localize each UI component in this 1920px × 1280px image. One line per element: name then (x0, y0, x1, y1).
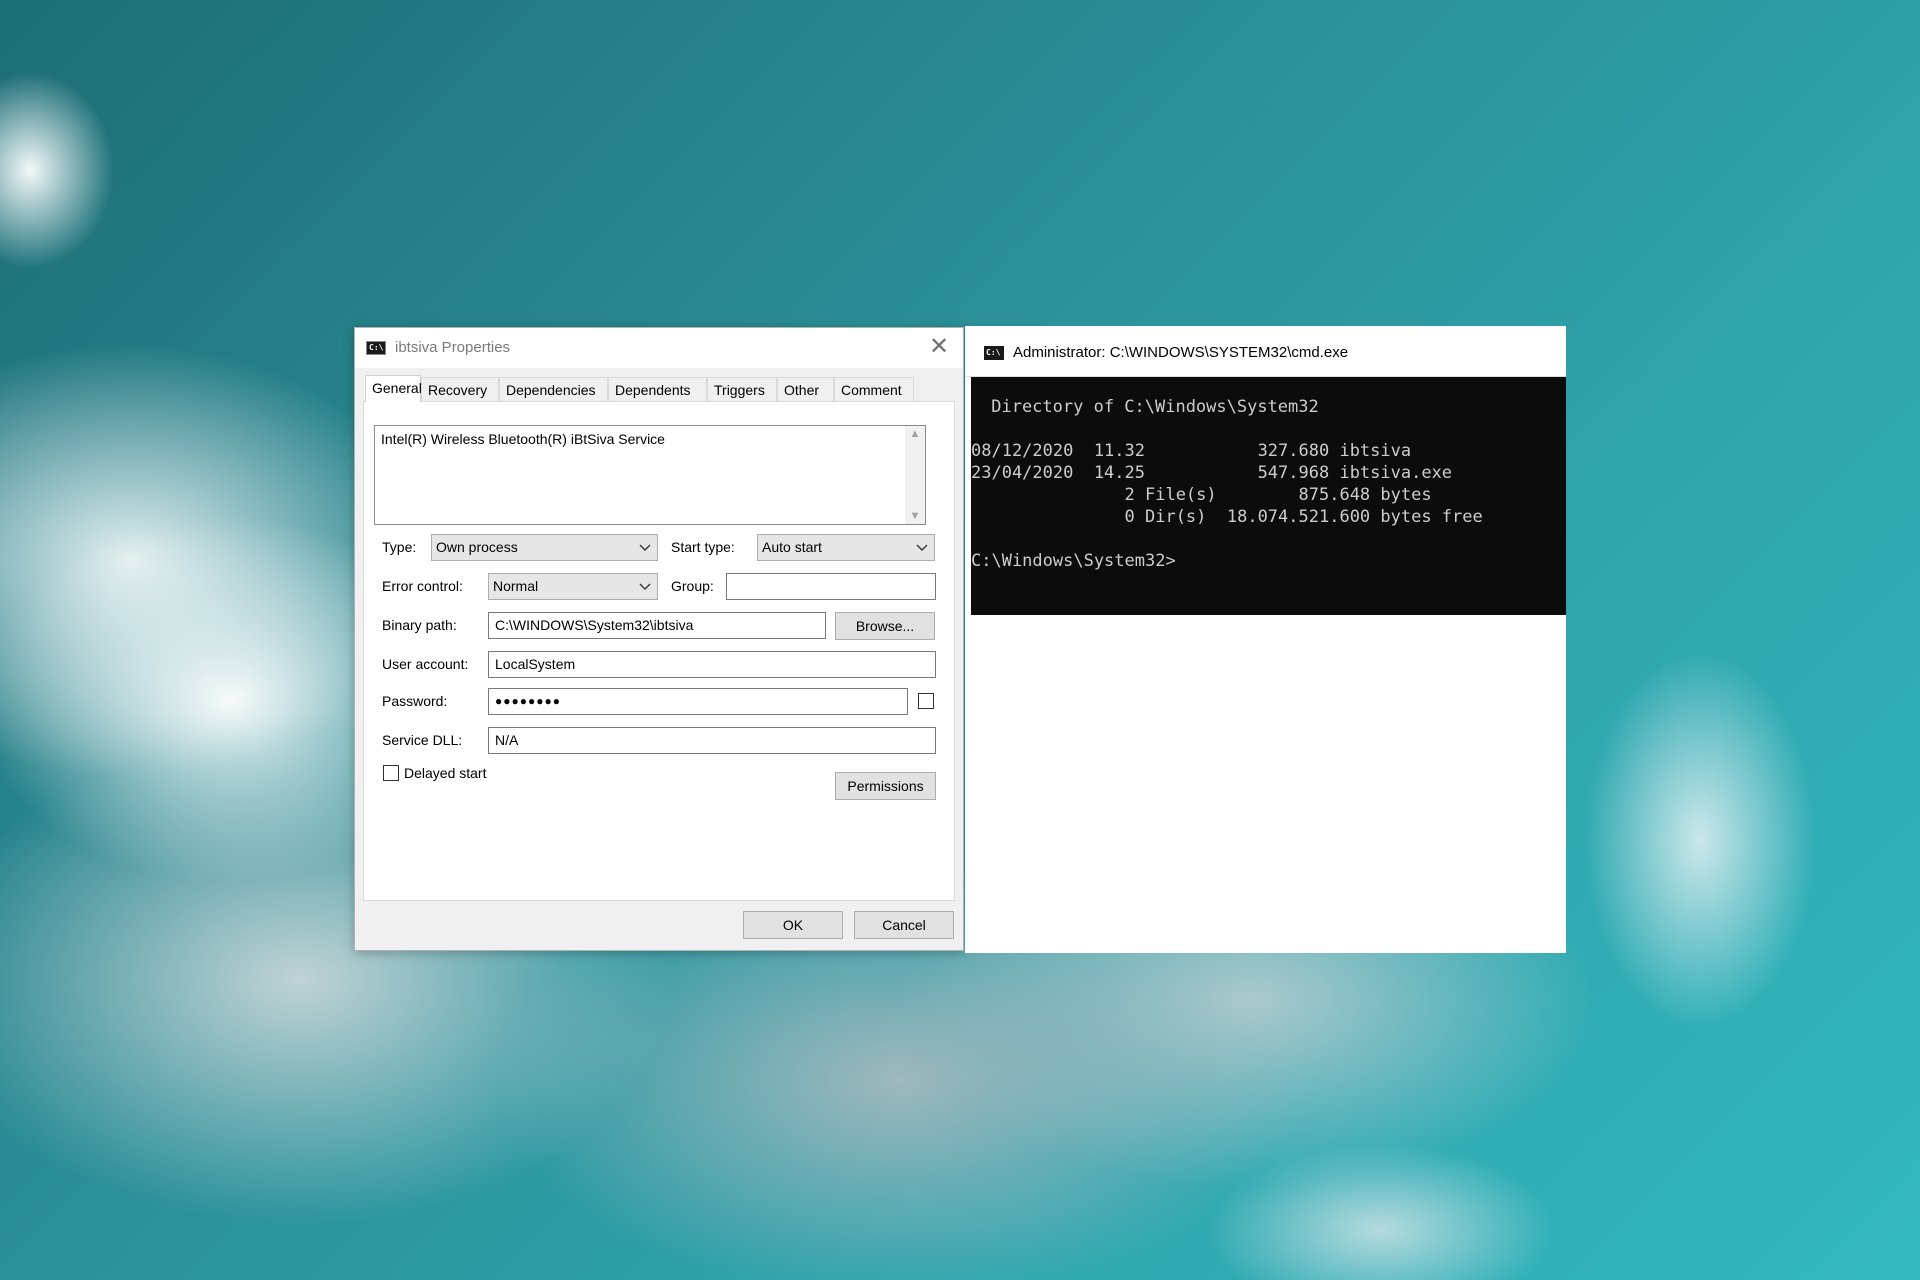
chevron-down-icon (916, 535, 928, 551)
console-app-icon: C:\ (984, 346, 1004, 360)
close-icon[interactable]: ✕ (925, 333, 953, 361)
user-account-label: User account: (382, 656, 469, 672)
ok-button[interactable]: OK (743, 911, 843, 939)
group-input[interactable] (726, 573, 936, 600)
cmd-console[interactable]: Directory of C:\Windows\System32 08/12/2… (971, 377, 1566, 615)
password-input[interactable]: ●●●●●●●● (488, 688, 908, 715)
description-textarea[interactable]: Intel(R) Wireless Bluetooth(R) iBtSiva S… (374, 425, 926, 525)
tab-recovery[interactable]: Recovery (421, 377, 499, 401)
cmd-title: Administrator: C:\WINDOWS\SYSTEM32\cmd.e… (1013, 344, 1349, 361)
type-value: Own process (436, 539, 518, 555)
group-label: Group: (671, 578, 714, 594)
start-type-value: Auto start (762, 539, 822, 555)
chevron-down-icon (639, 535, 651, 551)
error-control-label: Error control: (382, 578, 463, 594)
cmd-window: C:\ Administrator: C:\WINDOWS\SYSTEM32\c… (965, 326, 1566, 953)
tab-other[interactable]: Other (777, 377, 834, 401)
tab-general[interactable]: General (365, 375, 422, 402)
console-app-icon: C:\ (366, 341, 386, 355)
start-type-label: Start type: (671, 539, 735, 555)
cancel-button[interactable]: Cancel (854, 911, 954, 939)
type-select[interactable]: Own process (431, 534, 658, 561)
console-line: 0 Dir(s) 18.074.521.600 bytes free (971, 507, 1483, 527)
type-label: Type: (382, 539, 417, 555)
tab-triggers[interactable]: Triggers (707, 377, 777, 401)
description-text: Intel(R) Wireless Bluetooth(R) iBtSiva S… (381, 431, 665, 447)
scroll-up-icon[interactable]: ▲ (905, 428, 925, 440)
console-line: 23/04/2020 14.25 547.968 ibtsiva.exe (971, 463, 1453, 483)
error-control-select[interactable]: Normal (488, 573, 658, 600)
tab-dependents[interactable]: Dependents (608, 377, 707, 401)
console-line: 2 File(s) 875.648 bytes (971, 485, 1432, 505)
permissions-button[interactable]: Permissions (835, 772, 936, 800)
tab-comment[interactable]: Comment (834, 377, 914, 401)
service-dll-label: Service DLL: (382, 732, 463, 748)
user-account-input[interactable]: LocalSystem (488, 651, 936, 678)
error-control-value: Normal (493, 578, 539, 594)
binary-path-label: Binary path: (382, 617, 457, 633)
start-type-select[interactable]: Auto start (757, 534, 935, 561)
console-line: 08/12/2020 11.32 327.680 ibtsiva (971, 441, 1412, 461)
dialog-title: ibtsiva Properties (395, 339, 511, 356)
service-dll-input[interactable]: N/A (488, 727, 936, 754)
binary-path-input[interactable]: C:\WINDOWS\System32\ibtsiva (488, 612, 826, 639)
console-line: Directory of C:\Windows\System32 (981, 397, 1319, 417)
tab-dependencies[interactable]: Dependencies (499, 377, 608, 401)
cmd-titlebar[interactable]: C:\ Administrator: C:\WINDOWS\SYSTEM32\c… (965, 326, 1566, 377)
show-password-checkbox[interactable] (918, 693, 934, 709)
browse-button[interactable]: Browse... (835, 612, 935, 640)
description-scrollbar[interactable]: ▲ ▼ (905, 426, 925, 524)
console-prompt: C:\Windows\System32> (971, 551, 1176, 571)
dialog-titlebar[interactable]: C:\ ibtsiva Properties ✕ (355, 328, 963, 368)
password-label: Password: (382, 693, 448, 709)
delayed-start-label: Delayed start (404, 765, 487, 781)
delayed-start-checkbox[interactable] (383, 765, 399, 781)
service-properties-dialog: C:\ ibtsiva Properties ✕ General Recover… (354, 327, 964, 951)
scroll-down-icon[interactable]: ▼ (905, 510, 925, 522)
chevron-down-icon (639, 574, 651, 590)
